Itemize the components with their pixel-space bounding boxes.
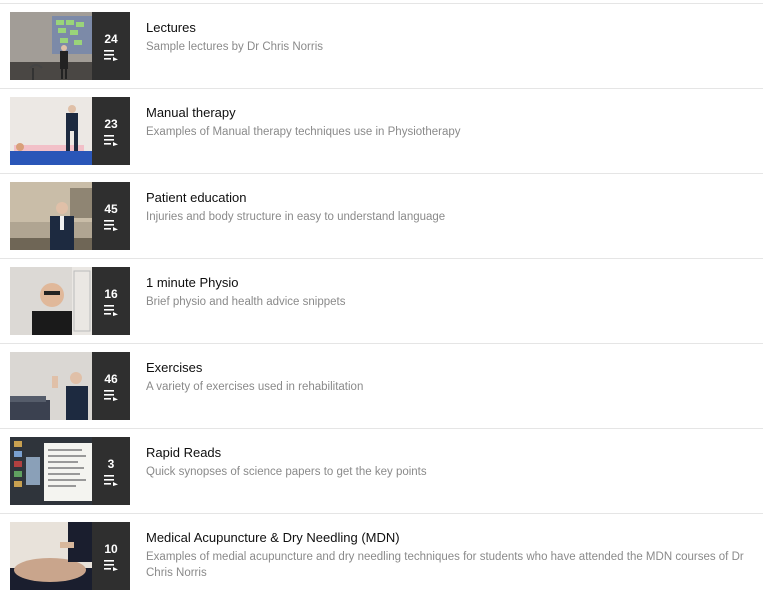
playlist-description: Sample lectures by Dr Chris Norris (146, 41, 324, 53)
playlist-description: Examples of medial acupuncture and dry n… (146, 551, 744, 579)
playlist-title[interactable]: Manual therapy (146, 105, 236, 121)
one-minute-physio-thumbnail-image (10, 267, 92, 335)
playlist-thumbnail[interactable]: 24 (10, 12, 130, 80)
playlist-description: A variety of exercises used in rehabilit… (146, 381, 364, 393)
playlist-row-exercises[interactable]: 46 Exercises A variety of exercises used… (0, 343, 763, 428)
playlist-count-overlay: 46 (92, 352, 130, 420)
rapid-reads-thumbnail-image (10, 437, 92, 505)
playlist-row-patient-education[interactable]: 45 Patient education Injuries and body s… (0, 173, 763, 258)
playlist-count-overlay: 45 (92, 182, 130, 250)
playlist-thumbnail[interactable]: 16 (10, 267, 130, 335)
playlist-thumbnail[interactable]: 3 (10, 437, 130, 505)
playlist-thumbnail[interactable]: 10 (10, 522, 130, 590)
video-count: 23 (104, 116, 118, 131)
video-count: 3 (107, 456, 115, 471)
playlist-play-icon (104, 49, 118, 61)
playlist-title[interactable]: Patient education (146, 190, 246, 206)
playlist-row-manual-therapy[interactable]: 23 Manual therapy Examples of Manual the… (0, 88, 763, 173)
video-count: 46 (104, 371, 118, 386)
playlist-description: Injuries and body structure in easy to u… (146, 211, 446, 223)
playlist-play-icon (104, 474, 118, 486)
acupuncture-thumbnail-image (10, 522, 92, 590)
video-count: 45 (104, 201, 118, 216)
video-count: 10 (104, 541, 118, 556)
playlist-list: 24 Lectures Sample lectures by Dr Chris … (0, 0, 763, 596)
playlist-thumbnail[interactable]: 46 (10, 352, 130, 420)
lecture-thumbnail-image (10, 12, 92, 80)
playlist-count-overlay: 24 (92, 12, 130, 80)
playlist-count-overlay: 16 (92, 267, 130, 335)
playlist-thumbnail[interactable]: 45 (10, 182, 130, 250)
playlist-description: Quick synopses of science papers to get … (146, 466, 427, 478)
playlist-row-medical-acupuncture[interactable]: 10 Medical Acupuncture & Dry Needling (M… (0, 513, 763, 596)
playlist-play-icon (104, 559, 118, 571)
video-count: 16 (104, 286, 118, 301)
playlist-play-icon (104, 134, 118, 146)
patient-education-thumbnail-image (10, 182, 92, 250)
playlist-count-overlay: 23 (92, 97, 130, 165)
playlist-description: Examples of Manual therapy techniques us… (146, 126, 461, 138)
video-count: 24 (104, 31, 118, 46)
playlist-count-overlay: 10 (92, 522, 130, 590)
playlist-title[interactable]: Exercises (146, 360, 202, 376)
manual-therapy-thumbnail-image (10, 97, 92, 165)
playlist-description: Brief physio and health advice snippets (146, 296, 346, 308)
playlist-row-1-minute-physio[interactable]: 16 1 minute Physio Brief physio and heal… (0, 258, 763, 343)
playlist-title[interactable]: 1 minute Physio (146, 275, 239, 291)
playlist-title[interactable]: Medical Acupuncture & Dry Needling (MDN) (146, 530, 400, 546)
playlist-thumbnail[interactable]: 23 (10, 97, 130, 165)
playlist-title[interactable]: Lectures (146, 20, 196, 36)
playlist-count-overlay: 3 (92, 437, 130, 505)
playlist-title[interactable]: Rapid Reads (146, 445, 221, 461)
exercises-thumbnail-image (10, 352, 92, 420)
playlist-row-rapid-reads[interactable]: 3 Rapid Reads Quick synopses of science … (0, 428, 763, 513)
playlist-play-icon (104, 389, 118, 401)
playlist-row-lectures[interactable]: 24 Lectures Sample lectures by Dr Chris … (0, 3, 763, 88)
playlist-play-icon (104, 219, 118, 231)
playlist-play-icon (104, 304, 118, 316)
